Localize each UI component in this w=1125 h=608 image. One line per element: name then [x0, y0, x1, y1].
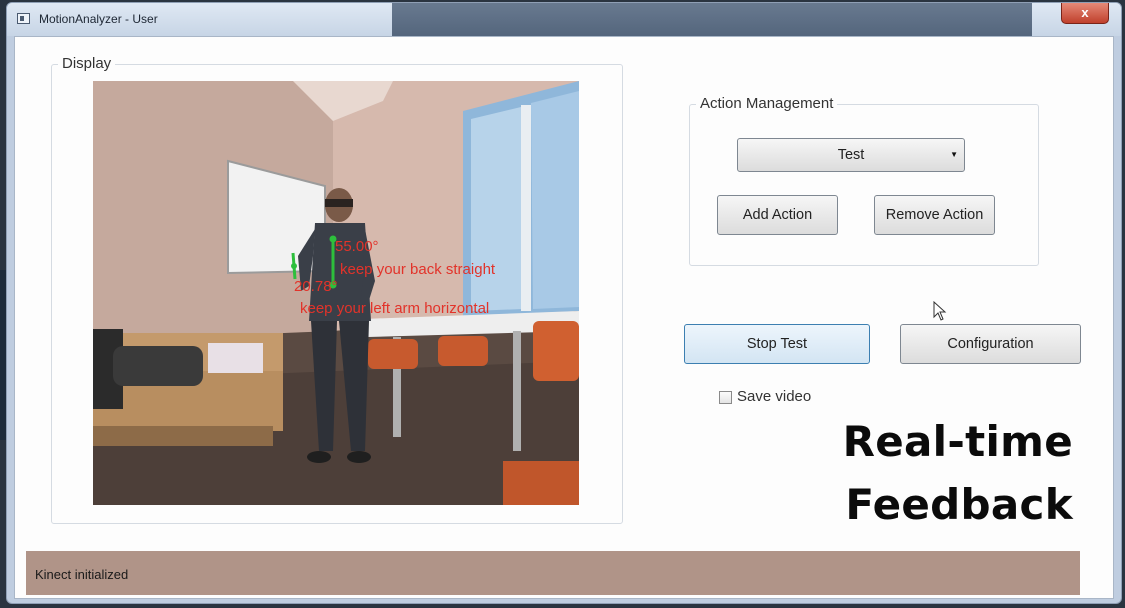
chevron-down-icon: ▼: [950, 150, 958, 159]
save-video-checkbox[interactable]: [719, 391, 732, 404]
client-area: Display 55.00° keep your back straight 2…: [14, 36, 1114, 599]
overlay-back-angle: 55.00°: [335, 238, 379, 255]
window-title: MotionAnalyzer - User: [39, 12, 158, 26]
app-icon[interactable]: [17, 13, 30, 24]
overlay-arm-feedback: keep your left arm horizontal: [300, 300, 490, 317]
caption-line-1: Real-time: [842, 417, 1073, 466]
title-bar[interactable]: MotionAnalyzer - User x: [7, 3, 1121, 36]
camera-video-feed: 55.00° keep your back straight 20.78° ke…: [93, 81, 579, 505]
caption-line-2: Feedback: [845, 480, 1073, 529]
background-window-blur: [392, 3, 1032, 36]
action-select-dropdown[interactable]: Test ▼: [737, 138, 965, 172]
action-management-groupbox: Action Management: [689, 95, 1039, 266]
status-bar: Kinect initialized: [26, 551, 1080, 595]
skeleton-elbow-joint: [291, 263, 297, 269]
display-legend: Display: [58, 55, 116, 72]
add-action-button[interactable]: Add Action: [717, 195, 838, 235]
selected-action-value: Test: [837, 147, 865, 163]
mouse-cursor-icon: [933, 301, 947, 321]
overlay-back-feedback: keep your back straight: [340, 261, 496, 278]
configuration-button[interactable]: Configuration: [900, 324, 1081, 364]
remove-action-button[interactable]: Remove Action: [874, 195, 995, 235]
stop-test-button[interactable]: Stop Test: [684, 324, 870, 364]
action-management-legend: Action Management: [696, 95, 838, 112]
status-text: Kinect initialized: [35, 567, 129, 582]
app-window: MotionAnalyzer - User x Display 55.00° k…: [6, 2, 1122, 604]
close-button[interactable]: x: [1061, 3, 1109, 24]
overlay-arm-angle: 20.78°: [294, 278, 338, 295]
save-video-label[interactable]: Save video: [737, 388, 811, 405]
